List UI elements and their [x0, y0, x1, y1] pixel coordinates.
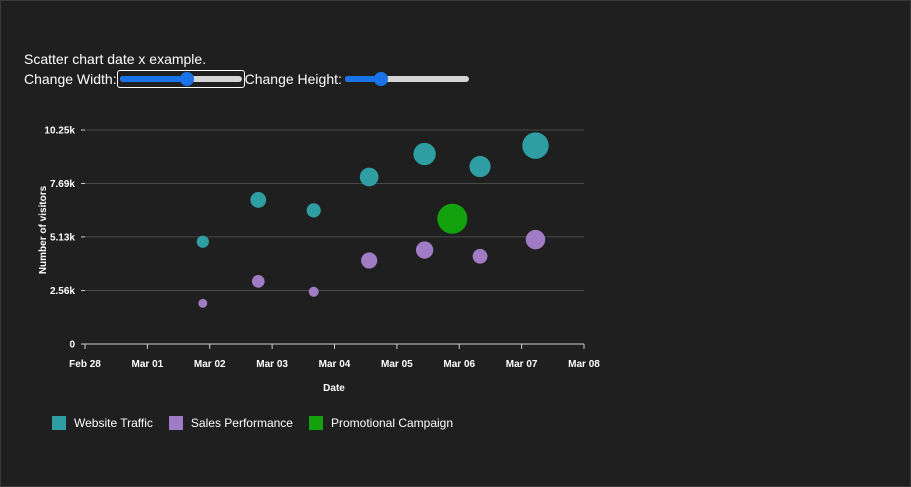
grid-lines: [85, 129, 584, 292]
width-slider-fill: [119, 76, 187, 82]
scatter-point: [415, 241, 434, 259]
scatter-point: [413, 142, 436, 166]
scatter-point: [361, 252, 378, 269]
x-tick-label: Mar 04: [319, 359, 351, 370]
x-tick-label: Mar 05: [381, 359, 413, 370]
scatter-point: [469, 155, 491, 178]
scatter-point: [251, 275, 265, 288]
scatter-point: [306, 203, 321, 218]
width-slider[interactable]: [116, 70, 245, 88]
legend-swatch: [308, 416, 323, 430]
size-controls: Change Width: Change Height:: [24, 69, 475, 89]
scatter-point: [359, 167, 379, 187]
height-slider-label: Change Height:: [244, 71, 342, 87]
x-tick-label: Mar 06: [443, 359, 475, 370]
height-slider-track[interactable]: [344, 72, 469, 86]
y-tick-label: 0: [69, 340, 75, 351]
legend-swatch: [168, 416, 183, 430]
scatter-point: [472, 248, 488, 264]
scatter-chart: 0 2.56k 5.13k 7.69k 10.25k Feb 28 Mar 01 Mar 0…: [38, 126, 600, 395]
legend-label: Promotional Campaign: [330, 416, 454, 430]
y-axis-ticks: 0 2.56k 5.13k 7.69k 10.25k: [44, 126, 85, 351]
width-slider-thumb[interactable]: [179, 72, 194, 86]
scatter-point: [437, 203, 468, 234]
x-axis-label: Date: [323, 383, 345, 394]
scatter-point: [525, 229, 546, 250]
legend-item[interactable]: Promotional Campaign: [308, 416, 454, 430]
x-tick-label: Feb 28: [69, 359, 101, 370]
height-slider-thumb[interactable]: [373, 72, 388, 86]
x-tick-label: Mar 01: [132, 359, 164, 370]
x-tick-label: Mar 03: [256, 359, 288, 370]
x-tick-label: Mar 02: [194, 359, 226, 370]
y-tick-label: 2.56k: [50, 286, 75, 297]
data-points: [196, 132, 549, 308]
x-tick-label: Mar 07: [506, 359, 538, 370]
y-axis-label: Number of visitors: [38, 185, 49, 274]
height-slider[interactable]: [343, 72, 475, 86]
legend-swatch: [52, 416, 66, 430]
legend-label: Website Traffic: [74, 416, 153, 430]
x-tick-label: Mar 08: [568, 359, 600, 370]
scatter-point: [198, 298, 208, 308]
scatter-point: [308, 286, 319, 297]
y-tick-label: 5.13k: [50, 232, 75, 243]
scatter-point: [522, 132, 549, 159]
scatter-point: [196, 235, 209, 248]
width-slider-track[interactable]: [119, 72, 242, 86]
legend-item[interactable]: Website Traffic: [52, 416, 153, 430]
y-tick-label: 10.25k: [44, 126, 75, 137]
page-title: Scatter chart date x example.: [24, 51, 207, 67]
y-tick-label: 7.69k: [50, 179, 75, 190]
x-axis: Feb 28 Mar 01 Mar 02 Mar 03 Mar 04 Mar 05 Mar …: [69, 343, 600, 370]
width-slider-label: Change Width:: [24, 71, 117, 87]
chart-legend: Website Traffic Sales Performance Promotio…: [52, 416, 469, 430]
legend-label: Sales Performance: [190, 416, 293, 430]
scatter-point: [250, 192, 267, 208]
legend-item[interactable]: Sales Performance: [168, 416, 293, 430]
